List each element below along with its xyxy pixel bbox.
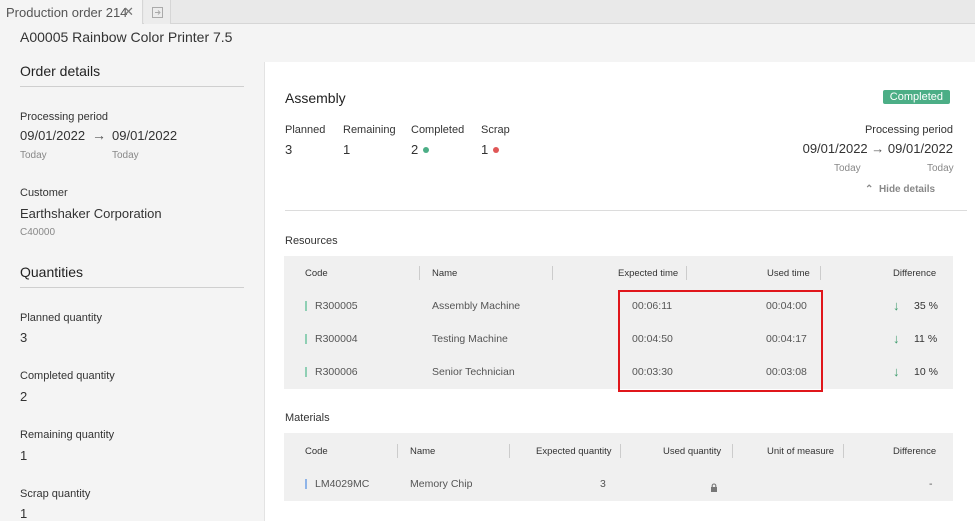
col-expected-time[interactable]: Expected time [618, 268, 678, 279]
remaining-label: Remaining [343, 124, 396, 136]
assembly-title: Assembly [285, 90, 346, 106]
completed-quantity-label: Completed quantity [20, 370, 115, 382]
resource-difference: 35 % [914, 300, 938, 312]
row-marker [305, 367, 307, 377]
col-separator [820, 266, 821, 280]
remaining-quantity-label: Remaining quantity [20, 429, 115, 441]
row-marker [305, 334, 307, 344]
planned-value: 3 [285, 142, 293, 157]
col-separator [620, 444, 621, 458]
col-separator [552, 266, 553, 280]
resource-code[interactable]: R300004 [315, 333, 358, 345]
period-start-sub: Today [20, 150, 47, 161]
remaining-value: 1 [343, 142, 351, 157]
col-expected-quantity[interactable]: Expected quantity [536, 446, 612, 457]
assembly-period-label: Processing period [864, 124, 953, 136]
tab-label: Production order 214 [6, 4, 128, 20]
customer-name[interactable]: Earthshaker Corporation [20, 206, 162, 221]
assembly-period-start: 09/01/2022 [802, 141, 868, 156]
arrow-down-icon: ↓ [893, 298, 900, 313]
assembly-period-start-sub: Today [834, 163, 861, 174]
quantities-title: Quantities [20, 264, 84, 280]
col-used-quantity[interactable]: Used quantity [663, 446, 721, 457]
scrap-value: 1 [481, 142, 500, 157]
col-separator [509, 444, 510, 458]
col-separator [843, 444, 844, 458]
materials-table: Code Name Expected quantity Used quantit… [284, 433, 953, 501]
hide-details-label: Hide details [878, 184, 936, 195]
col-code[interactable]: Code [305, 446, 328, 457]
col-separator [397, 444, 398, 458]
order-details-title: Order details [20, 63, 101, 79]
resource-code[interactable]: R300005 [315, 300, 358, 312]
scrap-count: 1 [481, 142, 489, 157]
material-name: Memory Chip [410, 478, 473, 490]
completed-dot-icon [423, 147, 430, 153]
tab-production-order[interactable]: Production order 214 ✕ [0, 0, 143, 24]
divider [20, 86, 244, 87]
col-name[interactable]: Name [410, 446, 435, 457]
col-difference[interactable]: Difference [893, 268, 936, 279]
new-tab-icon [151, 6, 163, 18]
resource-name: Assembly Machine [432, 300, 521, 312]
arrow-down-icon: ↓ [893, 331, 900, 346]
resource-difference: 11 % [914, 333, 938, 345]
resource-difference: 10 % [914, 366, 938, 378]
row-marker [305, 479, 307, 489]
completed-value: 2 [411, 142, 430, 157]
col-code[interactable]: Code [305, 268, 328, 279]
period-end: 09/01/2022 [112, 128, 178, 143]
left-panel: Order details Processing period 09/01/20… [0, 50, 262, 521]
resources-title: Resources [285, 235, 338, 247]
remaining-quantity-value: 1 [20, 448, 28, 463]
row-marker [305, 301, 307, 311]
col-name[interactable]: Name [432, 268, 457, 279]
chevron-up-icon: ⌃ [865, 184, 874, 195]
scrap-quantity-value: 1 [20, 506, 28, 521]
arrow-down-icon: ↓ [893, 364, 900, 379]
completed-label: Completed [411, 124, 465, 136]
col-difference[interactable]: Difference [893, 446, 936, 457]
resource-code[interactable]: R300006 [315, 366, 358, 378]
period-start: 09/01/2022 [20, 128, 86, 143]
material-expected-quantity: 3 [600, 478, 606, 490]
assembly-period-end-sub: Today [927, 163, 954, 174]
material-code[interactable]: LM4029MC [315, 478, 369, 490]
col-separator [732, 444, 733, 458]
completed-quantity-value: 2 [20, 389, 28, 404]
resource-name: Senior Technician [432, 366, 515, 378]
planned-quantity-value: 3 [20, 330, 28, 345]
new-tab-button[interactable] [144, 0, 171, 24]
assembly-period-end: 09/01/2022 [887, 141, 953, 156]
arrow-right-icon: → [871, 141, 888, 156]
tab-bar: Production order 214 ✕ [0, 0, 975, 24]
resource-name: Testing Machine [432, 333, 508, 345]
completed-count: 2 [411, 142, 419, 157]
lock-icon [710, 479, 718, 497]
hide-details-button[interactable]: ⌃ Hide details [865, 184, 935, 195]
divider [20, 287, 244, 288]
scrap-label: Scrap [481, 124, 510, 136]
planned-quantity-label: Planned quantity [20, 312, 102, 324]
materials-title: Materials [285, 412, 330, 424]
page-title: A00005 Rainbow Color Printer 7.5 [20, 29, 233, 45]
period-end-sub: Today [112, 150, 139, 161]
col-used-time[interactable]: Used time [767, 268, 810, 279]
close-icon[interactable]: ✕ [123, 4, 134, 20]
highlight-box [618, 290, 823, 392]
col-separator [419, 266, 420, 280]
material-difference: - [929, 478, 933, 490]
scrap-quantity-label: Scrap quantity [20, 488, 91, 500]
assembly-period-range: 09/01/2022 → 09/01/2022 [803, 141, 953, 156]
scrap-dot-icon [493, 147, 500, 153]
processing-period-label: Processing period [20, 111, 109, 123]
customer-label: Customer [20, 187, 68, 199]
arrow-right-icon: → [92, 127, 106, 143]
status-badge: Completed [882, 90, 950, 104]
col-separator [686, 266, 687, 280]
planned-label: Planned [285, 124, 326, 136]
col-unit-of-measure[interactable]: Unit of measure [767, 446, 834, 457]
customer-code: C40000 [20, 227, 56, 238]
divider [285, 210, 967, 211]
